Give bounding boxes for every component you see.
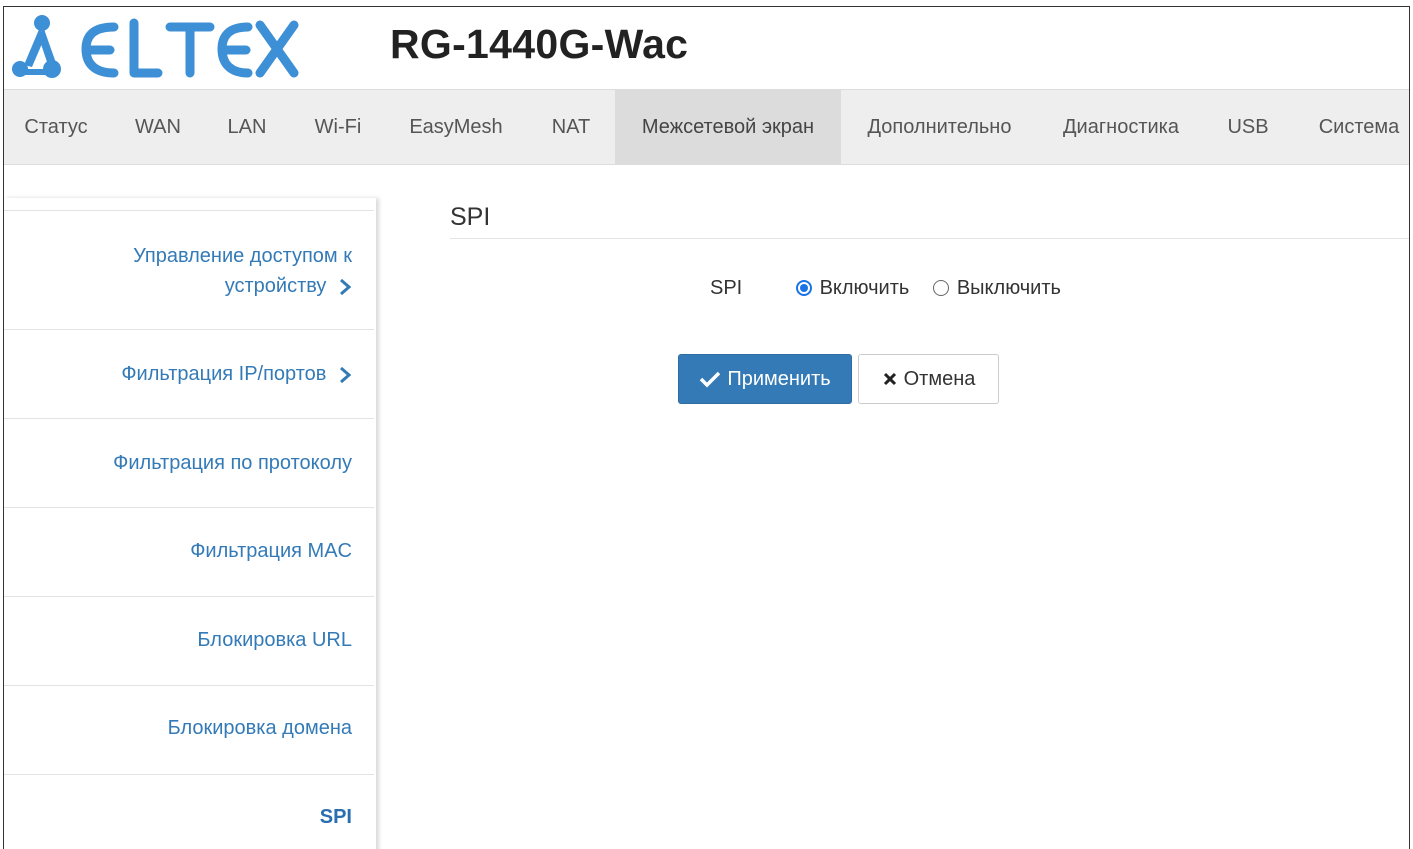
sidebar-item-mac-filter[interactable]: Фильтрация MAC (4, 507, 374, 596)
eltex-logo (12, 15, 299, 78)
spi-enable-option[interactable]: Включить (795, 277, 910, 300)
app-frame: RG-1440G-Wac Статус WAN LAN Wi-Fi EasyMe… (3, 6, 1410, 849)
sidebar-item-ip-port-filter[interactable]: Фильтрация IP/портов (4, 329, 374, 418)
sidebar-item-label: Фильтрация MAC (190, 540, 352, 562)
sidebar-item-label: Блокировка URL (197, 629, 352, 651)
chevron-right-icon (340, 278, 352, 295)
model-title: RG-1440G-Wac (390, 21, 689, 67)
sidebar-item-protocol-filter[interactable]: Фильтрация по протоколу (4, 418, 374, 507)
apply-button-label: Применить (727, 367, 831, 390)
sidebar-item-label: Блокировка домена (167, 717, 352, 739)
nav-item-nat[interactable]: NAT (528, 90, 614, 164)
sidebar-item-label: SPI (319, 806, 352, 828)
nav-item-lan[interactable]: LAN (204, 90, 290, 164)
nav-item-diagnostics[interactable]: Диагностика (1040, 90, 1202, 164)
close-icon (883, 372, 896, 386)
nav-item-wifi[interactable]: Wi-Fi (294, 90, 382, 164)
sidebar-item-label: Фильтрация IP/портов (121, 363, 327, 385)
page-title: SPI (450, 203, 1409, 239)
nav-item-usb[interactable]: USB (1204, 90, 1292, 164)
nav-item-system[interactable]: Система (1294, 90, 1409, 164)
nav-item-status[interactable]: Статус (4, 90, 108, 164)
sidebar-item-spi[interactable]: SPI (4, 774, 374, 849)
sidebar-item-domain-block[interactable]: Блокировка домена (4, 685, 374, 774)
sidebar-item-label: Управление доступом к (133, 245, 352, 267)
chevron-right-icon (340, 366, 352, 383)
radio-disable[interactable] (932, 280, 949, 296)
apply-button[interactable]: Применить (678, 354, 852, 404)
spi-label: SPI (710, 277, 743, 299)
spi-setting-row: SPI Включить Выключить (710, 277, 1079, 300)
top-nav: Статус WAN LAN Wi-Fi EasyMesh NAT Межсет… (4, 89, 1409, 165)
sidebar-item-label: Фильтрация по протоколу (113, 452, 352, 474)
sidebar-item-label: устройству (224, 275, 327, 297)
sidebar-item-access-control[interactable]: Управление доступом к устройству (4, 210, 374, 329)
disable-label: Выключить (956, 277, 1061, 299)
sidebar-item-url-block[interactable]: Блокировка URL (4, 596, 374, 685)
main-content: SPI SPI Включить Выключить Применить Отм… (450, 203, 1409, 404)
header: RG-1440G-Wac (4, 7, 1409, 89)
check-icon (700, 371, 721, 388)
cancel-button[interactable]: Отмена (858, 354, 999, 404)
radio-enable[interactable] (795, 280, 812, 296)
nav-item-easymesh[interactable]: EasyMesh (386, 90, 526, 164)
nav-item-advanced[interactable]: Дополнительно (842, 90, 1037, 164)
nav-item-wan[interactable]: WAN (114, 90, 202, 164)
enable-label: Включить (819, 277, 910, 299)
nav-item-firewall[interactable]: Межсетевой экран (615, 90, 841, 164)
cancel-button-label: Отмена (903, 367, 976, 390)
spi-disable-option[interactable]: Выключить (932, 277, 1061, 300)
sidebar: Управление доступом к устройству Фильтра… (4, 198, 376, 849)
